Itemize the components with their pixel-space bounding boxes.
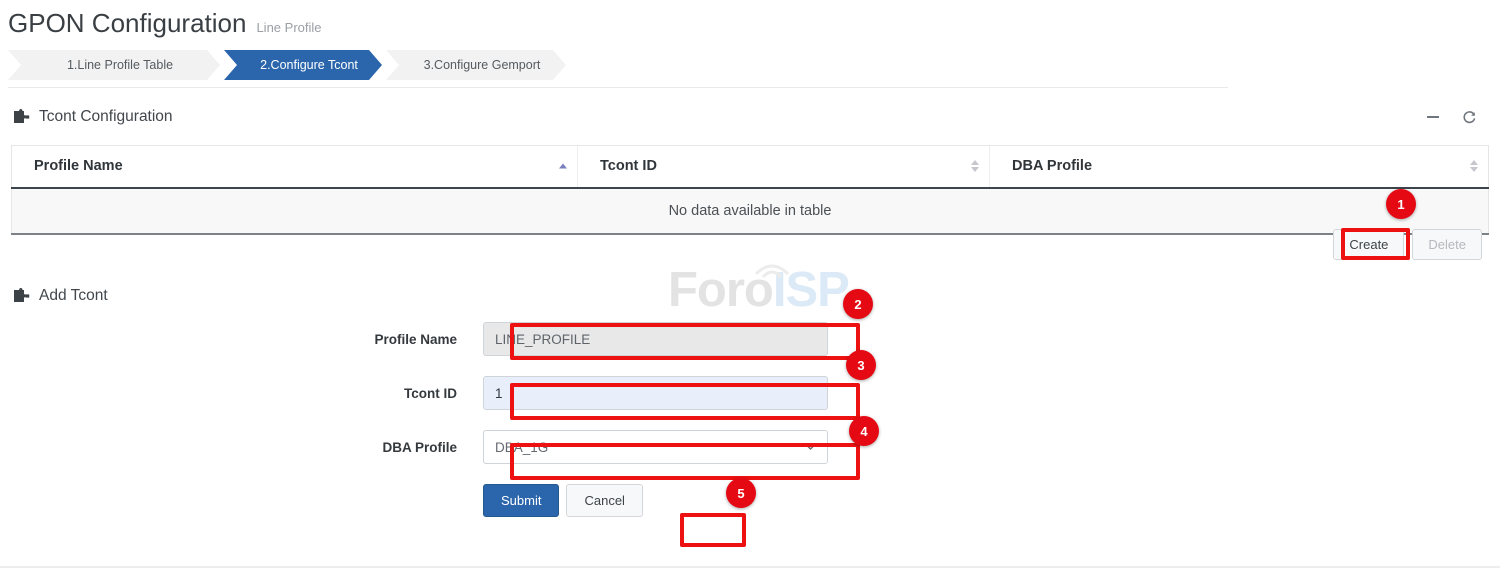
dba-profile-select[interactable]: DBA_1G (483, 430, 828, 464)
empty-message-cell: No data available in table (12, 188, 1489, 234)
sort-desc-icon (1470, 167, 1478, 172)
column-header-tcont-id[interactable]: Tcont ID (578, 146, 990, 188)
annotation-badge-1: 1 (1386, 189, 1416, 219)
panel-title: Tcont Configuration (39, 106, 173, 128)
submit-button[interactable]: Submit (483, 484, 559, 517)
column-header-profile-name[interactable]: Profile Name (12, 146, 578, 188)
refresh-icon[interactable] (1460, 108, 1478, 126)
wizard-stepper: 1.Line Profile Table 2.Configure Tcont 3… (8, 50, 570, 80)
table-row-empty: No data available in table (12, 188, 1489, 234)
step-label: 2.Configure Tcont (260, 58, 358, 72)
gpon-configuration-page: ForoISP GPON Configuration Line Profile … (0, 0, 1500, 574)
column-label: Profile Name (34, 158, 123, 174)
tcont-table-wrapper: Profile Name Tcont ID DBA Profile (11, 145, 1489, 235)
add-tcont-panel-header: Add Tcont (12, 285, 108, 307)
panel-title: Add Tcont (39, 285, 108, 307)
profile-name-control (483, 322, 828, 356)
stepper-divider (8, 87, 1228, 88)
sort-indicator-dba-profile (1470, 160, 1478, 172)
tcont-id-input[interactable] (483, 376, 828, 410)
profile-name-label: Profile Name (0, 332, 483, 347)
annotation-badge-4: 4 (849, 416, 879, 446)
delete-button: Delete (1412, 229, 1482, 260)
annotation-badge-2: 2 (843, 289, 873, 319)
wifi-arc-icon (752, 256, 792, 278)
sort-asc-icon (971, 160, 979, 165)
step-configure-gemport[interactable]: 3.Configure Gemport (386, 50, 566, 80)
profile-name-input[interactable] (483, 322, 828, 356)
form-row-profile-name: Profile Name (0, 322, 1500, 356)
sort-indicator-profile-name (559, 164, 567, 169)
tcont-table: Profile Name Tcont ID DBA Profile (11, 145, 1489, 235)
step-label: 1.Line Profile Table (67, 58, 173, 72)
form-row-dba-profile: DBA Profile DBA_1G (0, 430, 1500, 464)
sort-asc-icon (1470, 160, 1478, 165)
page-bottom-divider (0, 566, 1500, 568)
dba-profile-control: DBA_1G (483, 430, 828, 464)
step-label: 3.Configure Gemport (424, 58, 541, 72)
sort-desc-icon (971, 167, 979, 172)
page-title: GPON Configuration (8, 8, 246, 38)
watermark-text-foro: Foro (668, 263, 773, 317)
table-body: No data available in table (12, 188, 1489, 234)
table-head: Profile Name Tcont ID DBA Profile (12, 146, 1489, 188)
annotation-badge-5: 5 (726, 478, 756, 508)
minus-icon[interactable] (1424, 108, 1442, 126)
sort-indicator-tcont-id (971, 160, 979, 172)
cancel-button[interactable]: Cancel (566, 484, 642, 517)
page-header: GPON Configuration Line Profile (8, 8, 322, 38)
tcont-configuration-panel-header: Tcont Configuration (12, 106, 173, 128)
create-button[interactable]: Create (1333, 229, 1404, 260)
step-line-profile-table[interactable]: 1.Line Profile Table (8, 50, 220, 80)
form-row-tcont-id: Tcont ID (0, 376, 1500, 410)
column-label: DBA Profile (1012, 158, 1092, 174)
dba-profile-label: DBA Profile (0, 440, 483, 455)
table-action-buttons: Create Delete (1333, 229, 1482, 260)
sort-asc-icon (559, 164, 567, 169)
table-header-row: Profile Name Tcont ID DBA Profile (12, 146, 1489, 188)
step-configure-tcont[interactable]: 2.Configure Tcont (224, 50, 382, 80)
tcont-id-label: Tcont ID (0, 386, 483, 401)
tcont-id-control (483, 376, 828, 410)
panel-tools (1424, 108, 1478, 126)
page-subtitle: Line Profile (256, 20, 321, 36)
puzzle-piece-icon (12, 287, 30, 305)
column-label: Tcont ID (600, 158, 657, 174)
column-header-dba-profile[interactable]: DBA Profile (990, 146, 1489, 188)
watermark-text-isp: ISP (773, 263, 849, 317)
annotation-badge-3: 3 (846, 350, 876, 380)
puzzle-piece-icon (12, 108, 30, 126)
